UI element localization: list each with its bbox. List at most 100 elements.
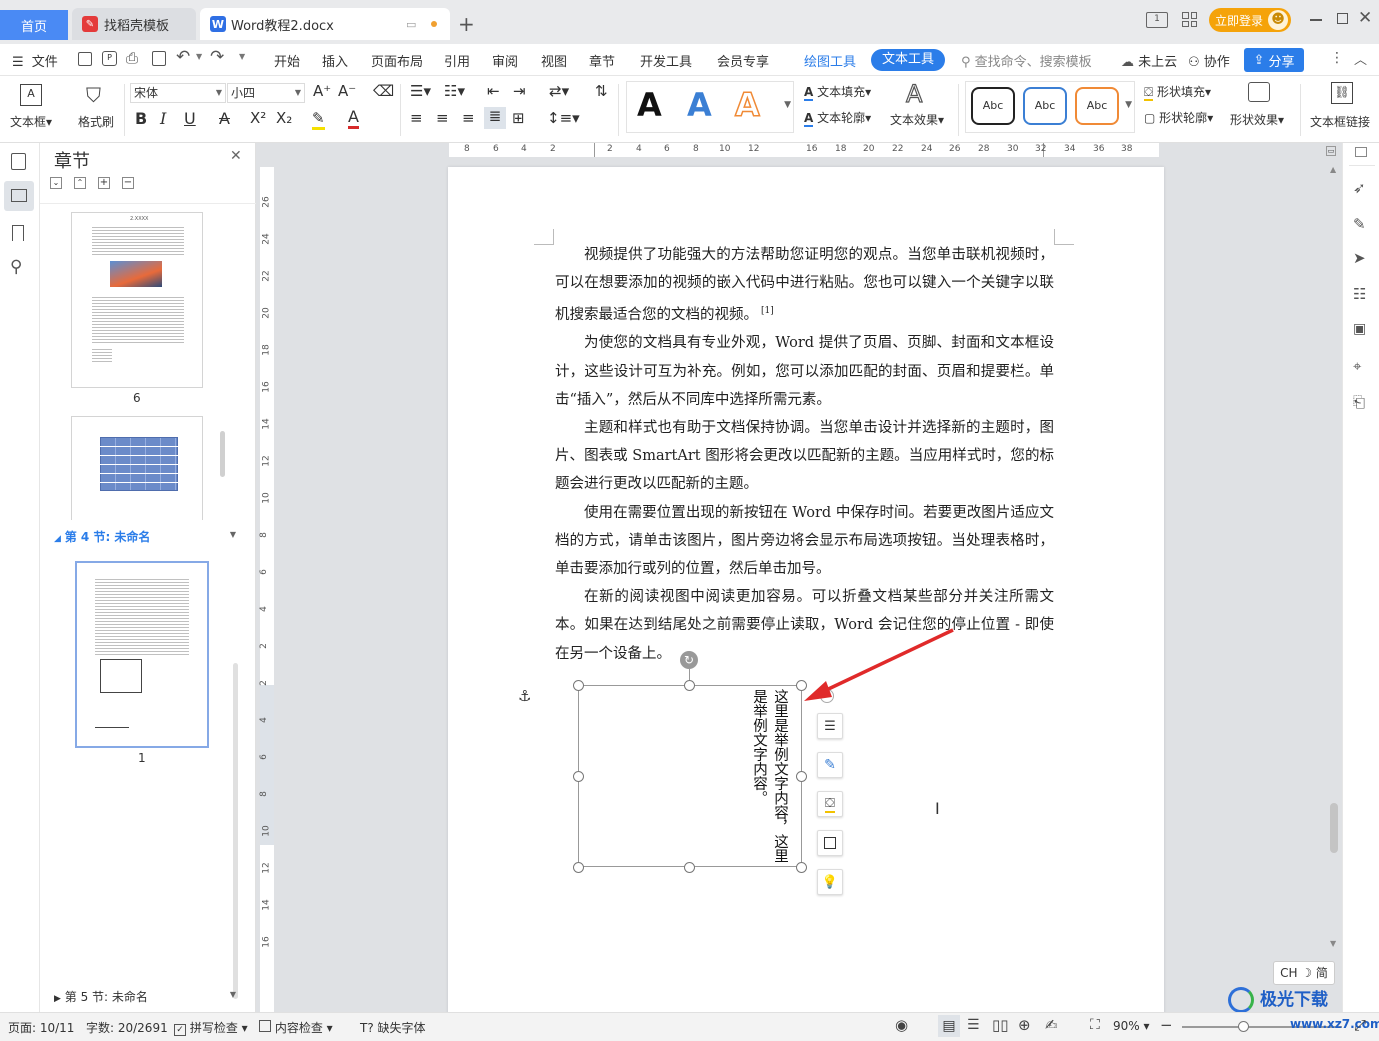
subscript-icon[interactable]: X₂: [276, 109, 292, 127]
menu-developer[interactable]: 开发工具: [640, 51, 692, 70]
shape-style-orange[interactable]: Abc: [1075, 87, 1119, 125]
word-count[interactable]: 字数: 20/2691: [86, 1019, 168, 1036]
menu-references[interactable]: 引用: [444, 51, 470, 70]
share-button[interactable]: ⇪ 分享: [1244, 48, 1304, 72]
rotate-handle-icon[interactable]: ↻: [680, 651, 698, 669]
print-preview-icon[interactable]: [152, 51, 166, 66]
page-indicator[interactable]: 页面: 10/11: [8, 1019, 74, 1036]
resize-handle[interactable]: [573, 771, 584, 782]
page-thumbnail-selected[interactable]: [75, 561, 209, 748]
bullets-icon[interactable]: ☰▾: [410, 82, 431, 100]
shape-style-blue[interactable]: Abc: [1023, 87, 1067, 125]
shape-style-black[interactable]: Abc: [971, 87, 1015, 125]
text-style-orange[interactable]: A: [734, 85, 760, 125]
zoom-level[interactable]: 90% ▾: [1113, 1019, 1150, 1033]
text-direction-icon[interactable]: ⇄▾: [549, 82, 569, 100]
line-spacing-icon[interactable]: ↕≡▾: [547, 109, 580, 127]
minimize-button[interactable]: [1310, 19, 1322, 21]
menu-text-tools[interactable]: 文本工具: [871, 49, 945, 71]
collapse-ribbon-icon[interactable]: ︿: [1354, 49, 1367, 68]
rocket-icon[interactable]: ➶: [1353, 179, 1371, 197]
shape-fill-button[interactable]: ⛋ 形状填充▾: [1144, 83, 1211, 101]
collapse-icon[interactable]: [1355, 147, 1367, 157]
textbox-vertical-text[interactable]: 这里是举例文字内容，这里 是举例文字内容。: [748, 689, 790, 865]
text-outline-button[interactable]: A 文本轮廓▾: [804, 109, 871, 127]
shape-gallery-more-icon[interactable]: ▼: [1125, 100, 1132, 110]
distribute-icon[interactable]: ⊞: [512, 109, 525, 127]
shrink-font-icon[interactable]: A⁻: [338, 82, 356, 100]
increase-indent-icon[interactable]: ⇥: [513, 82, 526, 100]
resize-handle[interactable]: [684, 680, 695, 691]
resize-handle[interactable]: [573, 680, 584, 691]
nav-scrollbar[interactable]: [220, 431, 225, 477]
zoom-slider-thumb[interactable]: [1238, 1021, 1249, 1032]
text-style-black[interactable]: A: [637, 86, 662, 124]
command-search[interactable]: ⚲ 查找命令、搜索模板: [961, 51, 1092, 70]
textbox-button[interactable]: A 文本框▾: [8, 80, 54, 138]
footnote-reference[interactable]: [1]: [761, 306, 774, 316]
fill-button[interactable]: ⛋: [817, 791, 843, 817]
align-center-icon[interactable]: ≡: [436, 109, 449, 127]
settings-sliders-icon[interactable]: ☷: [1353, 285, 1371, 303]
align-right-icon[interactable]: ≡: [462, 109, 475, 127]
expand-all-icon[interactable]: ⌃: [74, 177, 86, 189]
spell-check-button[interactable]: ✓ 拼写检查 ▾: [174, 1019, 248, 1036]
text-style-blue[interactable]: A: [687, 86, 712, 124]
page-view-icon[interactable]: ▤: [938, 1015, 960, 1037]
tab-document[interactable]: W Word教程2.docx ▭: [200, 8, 450, 40]
menu-view[interactable]: 视图: [541, 51, 567, 70]
layout-options-button[interactable]: ☰: [817, 713, 843, 739]
resize-handle[interactable]: [573, 862, 584, 873]
strikethrough-icon[interactable]: A: [219, 109, 230, 128]
textbox-link-button[interactable]: ⛓ 文本框链接: [1308, 80, 1374, 136]
menu-member[interactable]: 会员专享: [717, 51, 769, 70]
redo-icon[interactable]: ↷: [210, 47, 224, 67]
font-name-select[interactable]: 宋体 ▼: [130, 83, 226, 103]
close-window-button[interactable]: ✕: [1358, 8, 1372, 28]
screen-icon[interactable]: ▭: [406, 18, 416, 31]
align-left-icon[interactable]: ≡: [410, 109, 423, 127]
collapse-all-icon[interactable]: ⌄: [50, 177, 62, 189]
missing-font-button[interactable]: T? 缺失字体: [360, 1019, 426, 1036]
print-icon[interactable]: ⎙: [126, 49, 138, 67]
close-pane-icon[interactable]: ✕: [230, 148, 242, 164]
page-thumbnail[interactable]: 2.XXXX: [71, 212, 203, 388]
section-5-header[interactable]: ▶ 第 5 节: 未命名 ▼: [54, 988, 244, 1005]
section-dropdown-icon[interactable]: ▼: [230, 990, 236, 999]
grow-font-icon[interactable]: A⁺: [313, 82, 331, 100]
remove-section-icon[interactable]: −: [122, 177, 134, 189]
menu-draw-tools[interactable]: 绘图工具: [804, 51, 856, 70]
nav-scrollbar-track[interactable]: [233, 663, 238, 999]
sections-icon[interactable]: [4, 181, 34, 211]
resize-handle[interactable]: [796, 771, 807, 782]
content-check-button[interactable]: 内容检查 ▾: [259, 1019, 333, 1036]
collaborate-button[interactable]: ⚇ 协作: [1188, 51, 1230, 70]
font-color-icon[interactable]: A: [348, 107, 359, 129]
doc-scrollbar-thumb[interactable]: [1330, 803, 1338, 853]
bold-icon[interactable]: B: [135, 109, 147, 128]
shape-outline-button[interactable]: ▢ 形状轮廓▾: [1144, 109, 1213, 126]
location-icon[interactable]: ⌖: [1353, 357, 1371, 375]
undo-dropdown-icon[interactable]: ▼: [196, 52, 202, 61]
outline-view-icon[interactable]: ☰: [967, 1017, 980, 1033]
tab-home[interactable]: 首页: [0, 10, 68, 40]
resize-handle[interactable]: [796, 862, 807, 873]
highlight-icon[interactable]: ✎: [312, 109, 325, 130]
section-dropdown-icon[interactable]: ▼: [230, 530, 236, 539]
quick-access-dropdown-icon[interactable]: ▼: [239, 52, 245, 61]
export-pdf-icon[interactable]: P: [102, 51, 117, 66]
doc-scroll-up-icon[interactable]: ▲: [1330, 165, 1336, 174]
fullscreen-icon[interactable]: ⤢: [1354, 1016, 1366, 1034]
sort-icon[interactable]: ⇅: [595, 82, 608, 100]
format-painter-button[interactable]: ⛉ 格式刷: [74, 80, 118, 138]
resize-handle[interactable]: [684, 862, 695, 873]
bookmark-icon[interactable]: [12, 225, 24, 241]
justify-icon[interactable]: ≣: [484, 107, 506, 129]
add-section-icon[interactable]: +: [98, 177, 110, 189]
horizontal-ruler[interactable]: 8 6 4 2 2 4 6 8 10 12 16 18 20 22 24 26 28 30 32 34 36 38: [449, 143, 1159, 157]
reading-mode-icon[interactable]: ⎗: [1353, 393, 1371, 411]
zoom-out-icon[interactable]: −: [1160, 1016, 1173, 1034]
pen-icon[interactable]: ✎: [1353, 215, 1371, 233]
tab-template[interactable]: ✎ 找稻壳模板: [72, 8, 196, 40]
eye-protection-icon[interactable]: ◉: [895, 1016, 908, 1034]
